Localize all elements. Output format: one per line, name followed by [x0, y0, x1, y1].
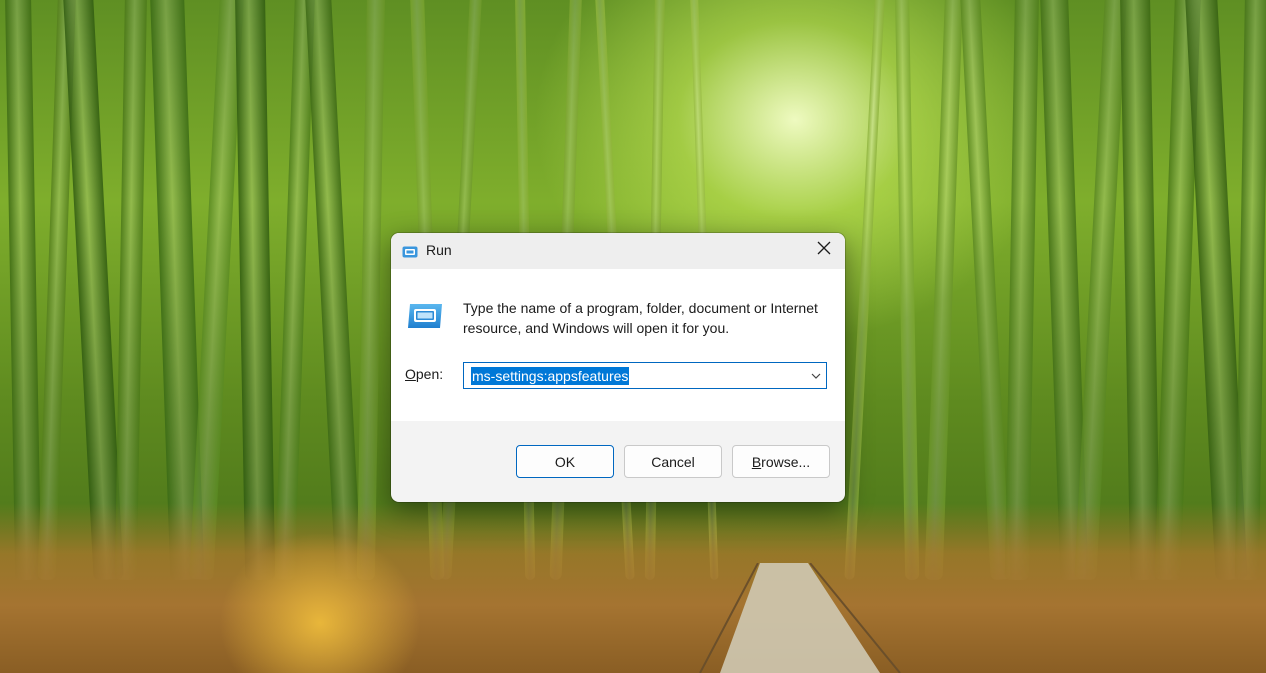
bamboo-stalk: [1234, 0, 1266, 581]
bamboo-stalk: [1074, 0, 1128, 581]
bamboo-stalk: [62, 0, 124, 581]
open-input[interactable]: ms-settings:appsfeatures: [471, 367, 630, 385]
bamboo-stalk: [924, 0, 964, 581]
open-label-text: pen:: [415, 366, 444, 382]
bamboo-stalk: [844, 0, 886, 580]
open-label-accelerator: O: [405, 366, 416, 382]
bamboo-stalk: [114, 0, 148, 581]
content-area: Type the name of a program, folder, docu…: [391, 269, 845, 421]
run-app-large-icon: [406, 303, 444, 329]
browse-label-text: rowse...: [761, 453, 811, 470]
bamboo-stalk: [1119, 0, 1161, 581]
desktop-wallpaper: Run Type the name of a program, folder, …: [0, 0, 1266, 673]
open-combobox[interactable]: ms-settings:appsfeatures: [463, 362, 827, 389]
browse-button[interactable]: Browse...: [732, 445, 830, 478]
close-button[interactable]: [809, 235, 839, 265]
open-label: Open:: [405, 366, 443, 382]
cancel-button[interactable]: Cancel: [624, 445, 722, 478]
ok-button[interactable]: OK: [516, 445, 614, 478]
run-dialog: Run Type the name of a program, folder, …: [391, 233, 845, 502]
close-icon: [817, 241, 831, 260]
run-app-icon: [402, 245, 418, 258]
browse-accelerator: B: [751, 453, 762, 470]
bamboo-stalk: [894, 0, 920, 581]
bamboo-stalk: [356, 0, 386, 581]
bamboo-stalk: [1004, 0, 1040, 581]
title-bar[interactable]: Run: [391, 233, 845, 269]
bamboo-stalk: [234, 0, 276, 581]
wallpaper-path: [699, 563, 901, 673]
chevron-down-icon[interactable]: [810, 369, 822, 381]
bamboo-stalk: [304, 0, 362, 581]
instruction-text: Type the name of a program, folder, docu…: [463, 300, 818, 336]
bamboo-stalk: [4, 0, 42, 581]
bamboo-stalk: [959, 0, 1011, 581]
window-title: Run: [426, 242, 452, 258]
